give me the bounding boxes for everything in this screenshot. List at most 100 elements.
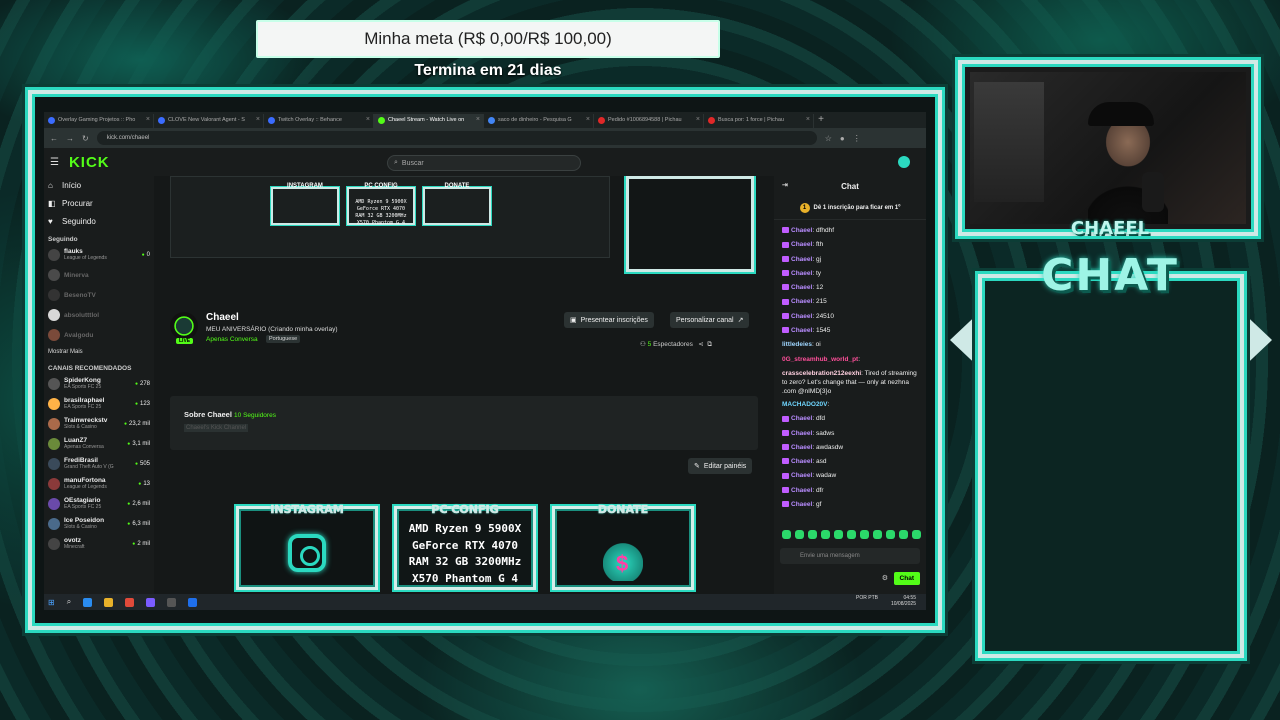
chat-username[interactable]: Chaeel — [791, 472, 812, 479]
show-more-link[interactable]: Mostrar Mais — [44, 345, 154, 359]
gift-subs-button[interactable]: ▣ Presentear inscrições — [564, 312, 654, 328]
browser-tab[interactable]: Busca por: 1 force | Pichau × — [704, 114, 814, 128]
emote-icon[interactable] — [860, 530, 869, 539]
search-input[interactable]: ⌕ Buscar — [387, 155, 581, 171]
chat-username[interactable]: 0G_streamhub_world_pt — [782, 356, 858, 363]
share-icon[interactable]: ⋖ — [698, 341, 703, 348]
channel-list-item[interactable]: TrainwreckstvSlots & Casino23,2 mil — [44, 414, 154, 434]
emote-icon[interactable] — [912, 530, 921, 539]
language-tag[interactable]: Portuguese — [266, 335, 301, 343]
emote-icon[interactable] — [834, 530, 843, 539]
sidebar-item-início[interactable]: ⌂ Início — [44, 176, 154, 194]
profile-icon[interactable]: ● — [840, 134, 845, 143]
tab-close-icon[interactable]: × — [586, 116, 590, 123]
chat-username[interactable]: Chaeel — [791, 501, 812, 508]
emote-icon[interactable] — [795, 530, 804, 539]
video-player[interactable]: INSTAGRAM PC CONFIG AMD Ryzen 9 5900X GeFo… — [170, 176, 610, 258]
chat-username[interactable]: littledeies — [782, 341, 812, 348]
address-bar[interactable]: kick.com/chaeel — [96, 131, 817, 145]
channel-name[interactable]: Chaeel — [206, 312, 239, 323]
browser-tab[interactable]: Twitch Overlay :: Behance × — [264, 114, 374, 128]
channel-list-item[interactable]: OEstagiarioEA Sports FC 252,6 mil — [44, 494, 154, 514]
windows-start-icon[interactable]: ⊞ — [48, 598, 55, 607]
browser-tab[interactable]: saco de dinheiro - Pesquisa G × — [484, 114, 594, 128]
chat-username[interactable]: Chaeel — [791, 227, 812, 234]
kick-logo[interactable]: KICK — [69, 154, 110, 171]
channel-list-item[interactable]: FrediBrasilGrand Theft Auto V (G505 — [44, 454, 154, 474]
menu-dots-icon[interactable]: ⋮ — [853, 134, 861, 143]
channel-list-item[interactable]: flauksLeague of Legends0 — [44, 245, 154, 265]
taskbar-photoshop-icon[interactable] — [188, 597, 198, 607]
channel-list-item[interactable]: Avalgodu — [44, 325, 154, 345]
taskbar-chrome-icon[interactable] — [125, 597, 135, 607]
chat-username[interactable]: Chaeel — [791, 487, 812, 494]
emote-icon[interactable] — [886, 530, 895, 539]
hamburger-menu-icon[interactable]: ☰ — [50, 157, 59, 168]
chat-input[interactable]: Envie uma mensagem — [780, 548, 920, 564]
tab-close-icon[interactable]: × — [696, 116, 700, 123]
browser-tab[interactable]: CLOVE New Valorant Agent - S × — [154, 114, 264, 128]
channel-list-item[interactable]: SpiderKongEA Sports FC 25278 — [44, 374, 154, 394]
tab-close-icon[interactable]: × — [806, 116, 810, 123]
taskbar-clock[interactable]: 04:55 10/08/2025 — [891, 595, 916, 607]
tab-close-icon[interactable]: × — [476, 116, 480, 123]
new-tab-icon[interactable]: + — [814, 114, 828, 128]
tab-close-icon[interactable]: × — [256, 116, 260, 123]
channel-list-item[interactable]: Minerva — [44, 265, 154, 285]
chat-username[interactable]: Chaeel — [791, 256, 812, 263]
back-icon[interactable]: ← — [50, 134, 58, 143]
channel-list-item[interactable]: Ice PoseidonSlots & Casino6,3 mil — [44, 514, 154, 534]
channel-list-item[interactable]: ovotzMinecraft2 mil — [44, 534, 154, 554]
chat-username[interactable]: Chaeel — [791, 444, 812, 451]
emote-icon[interactable] — [899, 530, 908, 539]
chat-username[interactable]: Chaeel — [791, 298, 812, 305]
collapse-chat-icon[interactable]: ⇥ — [782, 181, 788, 189]
channel-list-item[interactable]: BesenoTV — [44, 285, 154, 305]
browser-tab[interactable]: Pedido #1006894588 | Pichau × — [594, 114, 704, 128]
chat-send-button[interactable]: Chat — [893, 572, 920, 585]
taskbar-language[interactable]: POR PTB — [856, 595, 878, 601]
channel-list-item[interactable]: LuanZ7Apenas Conversa3,1 mil — [44, 434, 154, 454]
emote-icon[interactable] — [873, 530, 882, 539]
taskbar-search-icon[interactable]: ⌕ — [67, 597, 71, 607]
channel-list-item[interactable]: absolutttlol — [44, 305, 154, 325]
chat-username[interactable]: Chaeel — [791, 313, 812, 320]
emote-icon[interactable] — [847, 530, 856, 539]
channel-list-item[interactable]: manuFortonaLeague of Legends13 — [44, 474, 154, 494]
chat-username[interactable]: Chaeel — [791, 270, 812, 277]
pinned-gift-banner[interactable]: 1 Dê 1 inscrição para ficar em 1º — [774, 196, 926, 220]
channel-avatar[interactable] — [170, 312, 198, 340]
emote-icon[interactable] — [782, 530, 791, 539]
emote-icon[interactable] — [821, 530, 830, 539]
emote-icon[interactable] — [808, 530, 817, 539]
chat-username[interactable]: Chaeel — [791, 241, 812, 248]
chat-username[interactable]: Chaeel — [791, 458, 812, 465]
bookmark-star-icon[interactable]: ☆ — [825, 134, 832, 143]
tab-close-icon[interactable]: × — [146, 116, 150, 123]
forward-icon[interactable]: → — [66, 134, 74, 143]
sidebar-item-procurar[interactable]: ◧ Procurar — [44, 194, 154, 212]
chat-username[interactable]: Chaeel — [791, 327, 812, 334]
chat-username[interactable]: Chaeel — [791, 415, 812, 422]
chat-username[interactable]: crasscelebration212eexhi — [782, 370, 861, 377]
instagram-panel[interactable]: INSTAGRAM — [236, 503, 378, 590]
browser-tab[interactable]: Chaeel Stream - Watch Live on × — [374, 114, 484, 128]
chat-username[interactable]: Chaeel — [791, 430, 812, 437]
tab-close-icon[interactable]: × — [366, 116, 370, 123]
user-avatar[interactable] — [898, 156, 910, 168]
browser-tab[interactable]: Overlay Gaming Projetos :: Pho × — [44, 114, 154, 128]
chat-username[interactable]: Chaeel — [791, 284, 812, 291]
reload-icon[interactable]: ↻ — [82, 134, 89, 143]
stream-category[interactable]: Apenas Conversa — [206, 336, 258, 343]
edit-panels-button[interactable]: ✎ Editar painéis — [688, 458, 753, 474]
customize-channel-button[interactable]: Personalizar canal ↗ — [670, 312, 750, 328]
sidebar-item-seguindo[interactable]: ♥ Seguindo — [44, 212, 154, 230]
clip-icon[interactable]: ⧉ — [707, 341, 712, 348]
chat-settings-icon[interactable]: ⚙ — [882, 574, 888, 582]
taskbar-folder-icon[interactable] — [104, 597, 114, 607]
channel-list-item[interactable]: brasilraphaelEA Sports FC 25123 — [44, 394, 154, 414]
donate-panel[interactable]: DONATE $ — [552, 503, 694, 590]
taskbar-discord-icon[interactable] — [146, 597, 156, 607]
taskbar-obs-icon[interactable] — [167, 597, 177, 607]
chat-username[interactable]: MACHADO20V — [782, 401, 828, 408]
